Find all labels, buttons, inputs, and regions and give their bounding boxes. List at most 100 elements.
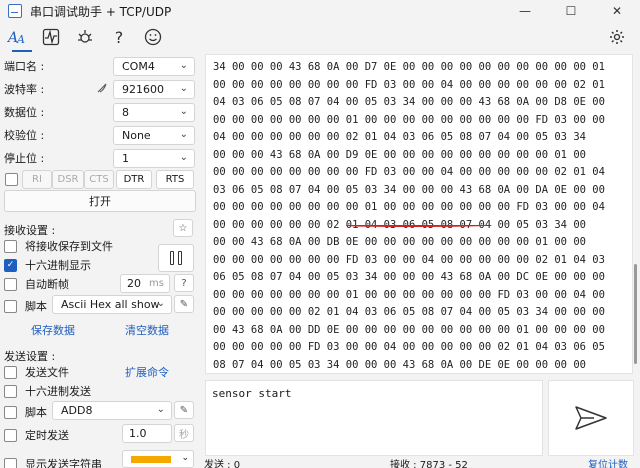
auto-frame-row[interactable]: 自动断帧 — [4, 276, 69, 292]
send-icon — [575, 406, 607, 430]
edit-send-script-icon[interactable]: ✎ — [174, 401, 194, 419]
hex-send-label: 十六进制发送 — [25, 385, 91, 398]
reset-count-link[interactable]: 复位计数 — [588, 456, 628, 468]
hex-line: 03 06 05 08 07 04 00 05 03 34 00 00 00 4… — [213, 183, 605, 196]
hex-line: 00 00 00 00 00 00 00 01 00 00 00 00 00 0… — [213, 288, 605, 301]
parity-value: None — [122, 129, 151, 142]
title-bar: 串口调试助手 + TCP/UDP — ☐ ✕ — [0, 0, 640, 22]
hex-line: 34 00 00 00 43 68 0A 00 D7 0E 00 00 00 0… — [213, 61, 605, 73]
chevron-down-icon: ⌄ — [156, 404, 165, 415]
waveform-icon[interactable] — [34, 22, 68, 52]
receive-script-select[interactable]: Ascii Hex all show ⌄ — [52, 295, 172, 314]
hex-line: 00 00 00 43 68 0A 00 D9 0E 00 00 00 00 0… — [213, 148, 586, 161]
chevron-down-icon: ⌄ — [179, 106, 188, 117]
scrollbar-thumb[interactable] — [634, 264, 637, 364]
send-input-text: sensor start — [212, 387, 292, 400]
hex-line: 00 00 00 00 00 00 00 01 00 00 00 00 00 0… — [213, 113, 605, 126]
pause-button[interactable] — [158, 244, 194, 272]
timed-send-label: 定时发送 — [25, 429, 69, 442]
send-settings-title: 发送设置 : — [4, 350, 56, 363]
data-bits-label: 数据位 : — [4, 106, 45, 119]
hex-display-row[interactable]: ✓ 十六进制显示 — [4, 257, 91, 273]
timed-send-checkbox[interactable] — [4, 428, 17, 442]
dsr-button: DSR — [52, 170, 84, 189]
hex-line: 00 00 00 00 00 00 00 00 01 00 00 00 00 0… — [213, 201, 605, 213]
send-file-row[interactable]: 发送文件 — [4, 364, 69, 380]
data-bits-select[interactable]: 8 ⌄ — [113, 103, 195, 122]
send-script-value: ADD8 — [61, 404, 93, 417]
port-select[interactable]: COM4 ⌄ — [113, 57, 195, 76]
send-file-checkbox[interactable] — [4, 365, 17, 379]
receive-script-checkbox[interactable] — [4, 299, 17, 313]
send-script-label: 脚本 — [25, 406, 47, 419]
clear-data-link[interactable]: 清空数据 — [125, 322, 169, 338]
plugin-icon[interactable] — [68, 22, 102, 52]
active-tab-indicator — [12, 50, 32, 52]
timed-send-unit: 秒 — [174, 424, 194, 442]
hex-line: 00 00 43 68 0A 00 DB 0E 00 00 00 00 00 0… — [213, 236, 586, 248]
hex-line: 00 00 00 00 00 FD 03 00 00 04 00 00 00 0… — [213, 341, 605, 353]
send-input[interactable]: sensor start — [205, 380, 543, 456]
hex-line: 00 43 68 0A 00 DD 0E 00 00 00 00 00 00 0… — [213, 323, 605, 336]
port-value: COM4 — [122, 60, 155, 73]
text-mode-icon[interactable]: AA — [0, 22, 34, 52]
baud-select[interactable]: 921600 ⌄ — [113, 80, 195, 99]
hex-line: 04 03 06 05 08 07 04 00 05 03 34 00 00 0… — [213, 96, 605, 108]
smile-icon[interactable] — [136, 22, 170, 52]
frame-ms-input[interactable]: 20 ms — [120, 274, 170, 293]
hex-line: 06 05 08 07 04 00 05 03 34 00 00 00 43 6… — [213, 271, 605, 283]
hex-line: 00 00 00 00 00 00 00 00 FD 03 00 00 04 0… — [213, 166, 605, 178]
parity-select[interactable]: None ⌄ — [113, 126, 195, 145]
chevron-down-icon: ⌄ — [179, 152, 188, 163]
receive-script-row[interactable]: 脚本 — [4, 298, 47, 314]
toolbar: AA ? — [0, 22, 640, 52]
frame-ms-unit: ms — [149, 278, 164, 289]
hex-display-checkbox[interactable]: ✓ — [4, 258, 17, 272]
status-bar: 发送 : 0 接收 : 7873 - 52 复位计数 — [0, 456, 640, 468]
open-port-button[interactable]: 打开 — [4, 190, 196, 212]
signal-checkbox[interactable] — [5, 173, 18, 186]
star-icon[interactable]: ☆ — [173, 219, 193, 237]
window-title: 串口调试助手 + TCP/UDP — [30, 4, 172, 19]
chevron-down-icon: ⌄ — [179, 129, 188, 140]
auto-frame-checkbox[interactable] — [4, 277, 17, 291]
close-button[interactable]: ✕ — [594, 0, 640, 22]
send-script-checkbox[interactable] — [4, 405, 17, 419]
rts-button[interactable]: RTS — [156, 170, 194, 189]
baud-value: 921600 — [122, 83, 164, 96]
timed-send-input[interactable]: 1.0 — [122, 424, 172, 443]
data-bits-value: 8 — [122, 106, 129, 119]
frame-ms-value: 20 — [127, 277, 141, 290]
gear-icon[interactable] — [600, 22, 634, 52]
save-to-file-label: 将接收保存到文件 — [25, 240, 113, 253]
hex-send-row[interactable]: 十六进制发送 — [4, 383, 91, 399]
receive-settings-title: 接收设置 : — [4, 224, 56, 237]
chevron-down-icon: ⌄ — [156, 298, 165, 309]
receive-scrollbar[interactable] — [634, 54, 638, 374]
receive-output[interactable]: 34 00 00 00 43 68 0A 00 D7 0E 00 00 00 0… — [205, 54, 633, 374]
save-to-file-checkbox[interactable] — [4, 239, 17, 253]
help-icon[interactable]: ? — [102, 22, 136, 52]
timed-send-row[interactable]: 定时发送 — [4, 427, 69, 443]
dtr-button[interactable]: DTR — [116, 170, 152, 189]
hex-line: 08 07 04 00 05 03 34 00 00 00 43 68 0A 0… — [213, 358, 586, 371]
stop-bits-select[interactable]: 1 ⌄ — [113, 149, 195, 168]
expand-command-link[interactable]: 扩展命令 — [125, 364, 169, 380]
chevron-down-icon: ⌄ — [179, 60, 188, 71]
save-to-file-row[interactable]: 将接收保存到文件 — [4, 238, 113, 254]
send-script-row[interactable]: 脚本 — [4, 404, 47, 420]
feather-icon[interactable] — [96, 82, 108, 97]
edit-script-icon[interactable]: ✎ — [174, 295, 194, 313]
cts-button: CTS — [84, 170, 114, 189]
minimize-button[interactable]: — — [502, 0, 548, 22]
send-button[interactable] — [548, 380, 634, 456]
parity-label: 校验位 : — [4, 129, 45, 142]
hex-display-label: 十六进制显示 — [25, 259, 91, 272]
frame-help-button[interactable]: ? — [174, 274, 194, 292]
hex-line: 00 00 00 00 00 02 01 04 03 06 05 08 07 0… — [213, 306, 605, 318]
send-script-select[interactable]: ADD8 ⌄ — [52, 401, 172, 420]
hex-send-checkbox[interactable] — [4, 384, 17, 398]
hex-line: 00 00 00 00 00 00 00 00 FD 03 00 00 04 0… — [213, 78, 605, 91]
save-data-link[interactable]: 保存数据 — [31, 322, 75, 338]
maximize-button[interactable]: ☐ — [548, 0, 594, 22]
